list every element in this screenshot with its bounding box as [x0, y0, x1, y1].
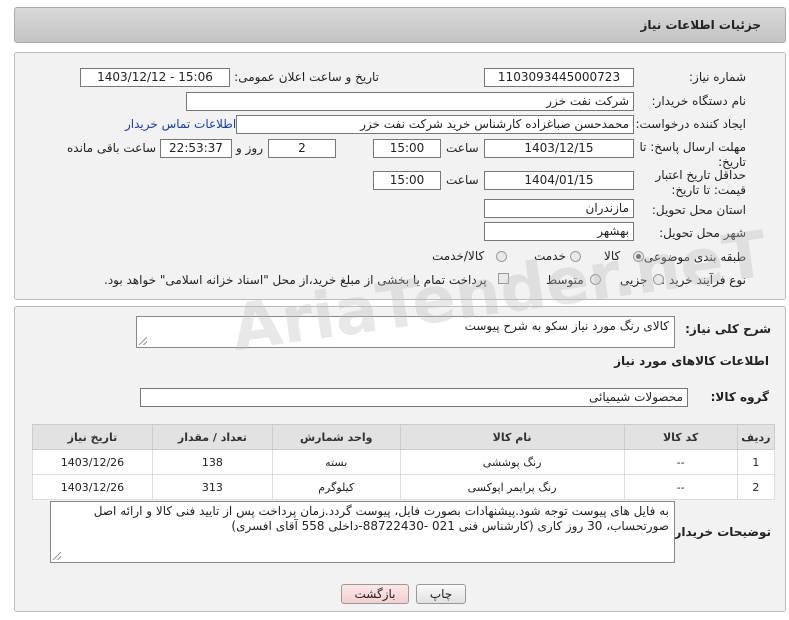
page-header: جزئیات اطلاعات نیاز [14, 7, 786, 43]
col-row-number: ردیف [736, 424, 776, 450]
announce-field[interactable]: 1403/12/12 - 15:06 [80, 68, 230, 87]
need-number-field[interactable]: 1103093445000723 [484, 68, 634, 87]
buyer-notes-text: به فایل های پیوست توجه شود.پیشنهادات بصو… [93, 504, 669, 533]
table-header-row: ردیف کد کالا نام کالا واحد شمارش تعداد /… [32, 424, 776, 450]
remaining-label: ساعت باقی مانده [67, 141, 157, 155]
cell-item-code: -- [623, 449, 738, 475]
col-need-date: تاریخ نیاز [32, 424, 153, 450]
days-label: روز و [236, 141, 263, 155]
goods-info-title: اطلاعات کالاهای مورد نیاز [614, 354, 769, 368]
cell-need-date: 1403/12/26 [32, 449, 153, 475]
cell-need-date: 1403/12/26 [32, 474, 153, 500]
table-row[interactable]: 2 -- رنگ پرایمر اپوکسی کیلوگرم 313 1403/… [32, 474, 776, 500]
page-title: جزئیات اطلاعات نیاز [640, 18, 761, 32]
col-item-name: نام کالا [399, 424, 625, 450]
description-label: شرح کلی نیاز: [685, 322, 771, 336]
resize-grip-icon[interactable] [139, 337, 147, 345]
buyer-notes-textarea[interactable]: به فایل های پیوست توجه شود.پیشنهادات بصو… [50, 501, 675, 563]
cell-item-code: -- [623, 474, 738, 500]
print-button[interactable]: چاپ [416, 584, 466, 604]
buyer-org-field[interactable]: شرکت نفت خزر [186, 92, 634, 111]
cell-quantity: 138 [151, 449, 273, 475]
creator-label: ایجاد کننده درخواست: [635, 117, 746, 131]
cell-unit: کیلوگرم [271, 474, 401, 500]
col-item-code: کد کالا [623, 424, 738, 450]
cell-unit: بسته [271, 449, 401, 475]
items-table-wrap: ردیف کد کالا نام کالا واحد شمارش تعداد /… [32, 424, 776, 500]
remaining-time-field[interactable]: 22:53:37 [160, 139, 232, 158]
reply-time-label: ساعت [446, 141, 479, 155]
items-table: ردیف کد کالا نام کالا واحد شمارش تعداد /… [32, 424, 776, 500]
cell-item-name: رنگ پرایمر اپوکسی [399, 474, 625, 500]
col-unit: واحد شمارش [271, 424, 401, 450]
reply-deadline-label: مهلت ارسال پاسخ: تا تاریخ: [639, 140, 746, 169]
table-row[interactable]: 1 -- رنگ پوششی بسته 138 1403/12/26 [32, 449, 776, 475]
reply-time-field[interactable]: 15:00 [373, 139, 441, 158]
announce-label: تاریخ و ساعت اعلان عمومی: [234, 70, 379, 84]
cell-item-name: رنگ پوششی [399, 449, 625, 475]
reply-date-field[interactable]: 1403/12/15 [484, 139, 634, 158]
goods-group-label: گروه کالا: [710, 390, 769, 404]
price-date-field[interactable]: 1404/01/15 [484, 171, 634, 190]
days-field[interactable]: 2 [268, 139, 336, 158]
price-time-field[interactable]: 15:00 [373, 171, 441, 190]
back-button[interactable]: بازگشت [341, 584, 409, 604]
cell-row-number: 2 [736, 474, 776, 500]
price-time-label: ساعت [446, 173, 479, 187]
creator-field[interactable]: محمدحسن صباغزاده کارشناس خرید شرکت نفت خ… [236, 115, 634, 134]
col-quantity: تعداد / مقدار [151, 424, 273, 450]
province-field[interactable]: مازندران [484, 199, 634, 218]
price-validity-label: حداقل تاریخ اعتبار قیمت: تا تاریخ: [655, 168, 746, 197]
cell-quantity: 313 [151, 474, 273, 500]
buyer-org-label: نام دستگاه خریدار: [651, 94, 747, 108]
resize-grip-icon[interactable] [53, 552, 61, 560]
province-label: استان محل تحویل: [651, 203, 746, 217]
cell-row-number: 1 [736, 449, 776, 475]
goods-group-field[interactable]: محصولات شیمیائی [140, 388, 688, 407]
buyer-notes-label: توضیحات خریدار: [669, 525, 771, 539]
need-number-label: شماره نیاز: [689, 70, 746, 84]
buyer-contact-link[interactable]: اطلاعات تماس خریدار [125, 117, 236, 131]
